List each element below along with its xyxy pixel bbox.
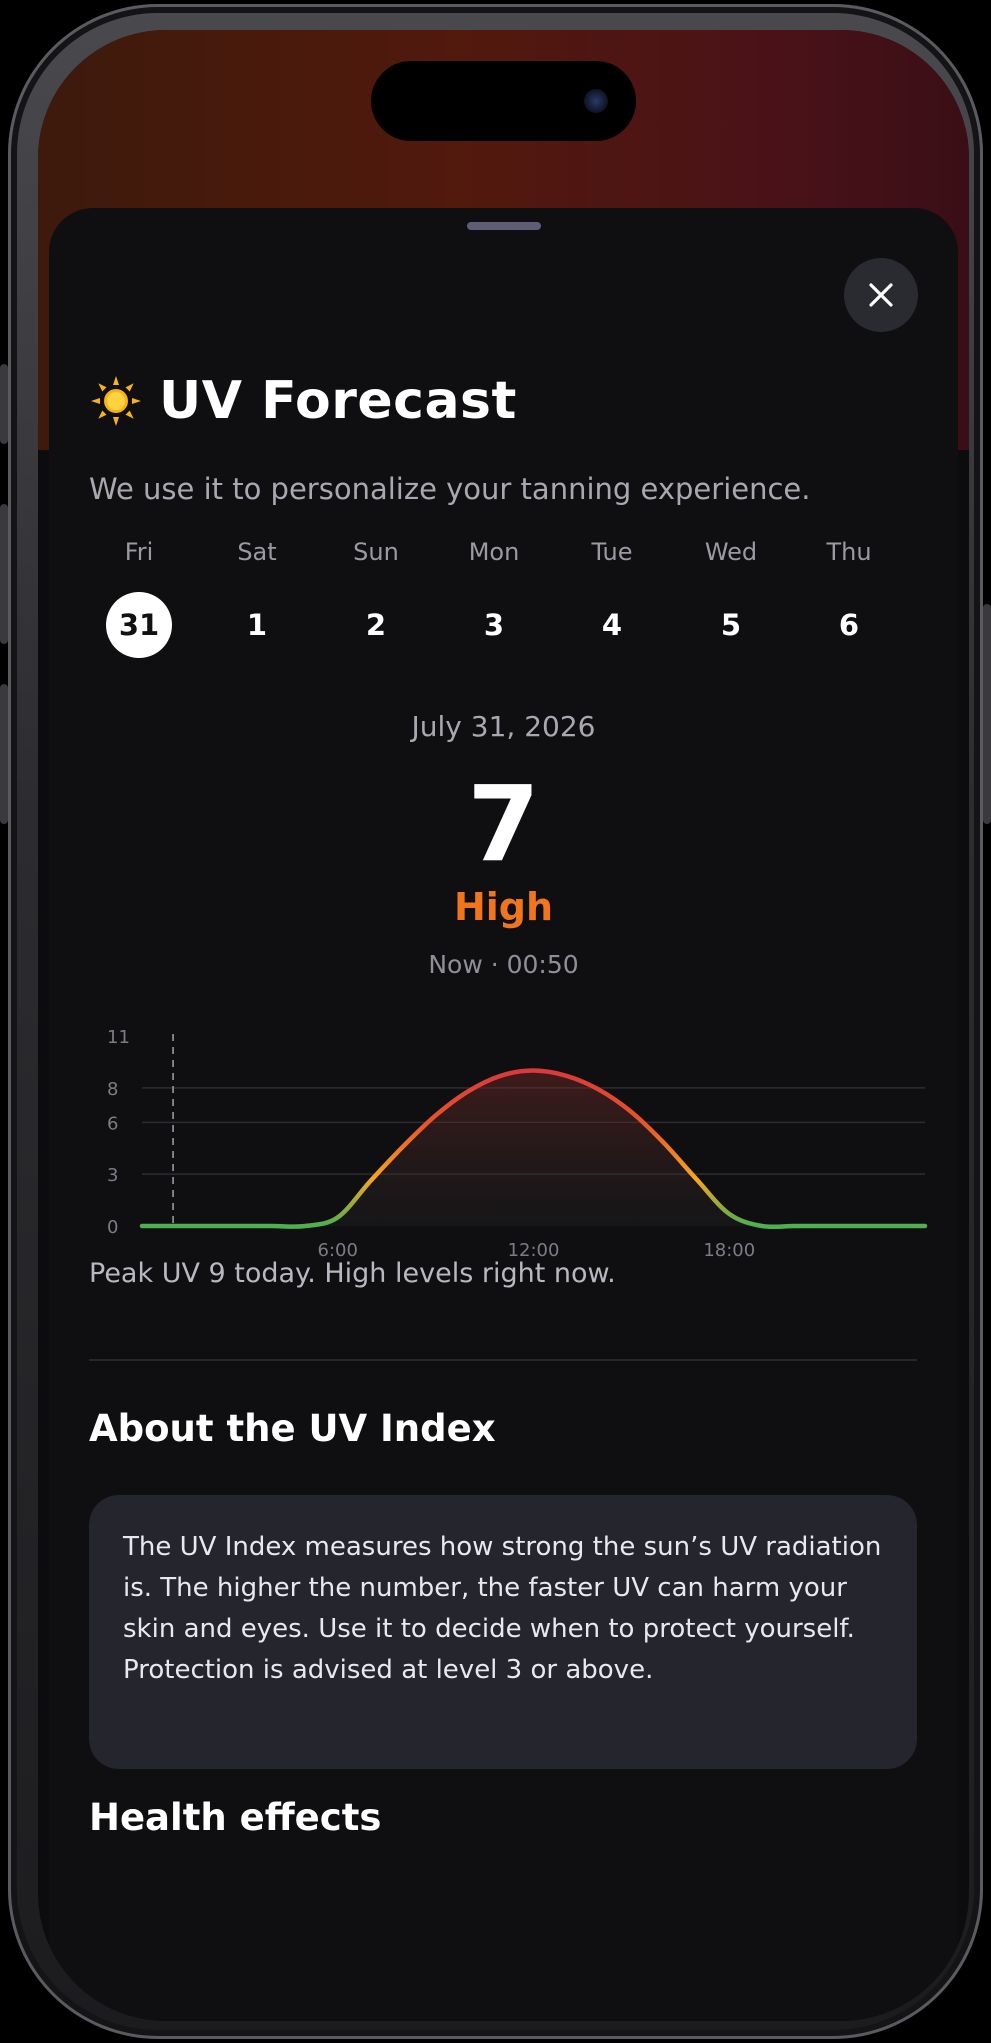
day-item[interactable]: Fri 31 — [89, 538, 189, 658]
about-body: The UV Index measures how strong the sun… — [123, 1532, 882, 1685]
peak-summary: Peak UV 9 today. High levels right now. — [89, 1258, 616, 1289]
y-tick-label: 11 — [107, 1027, 130, 1048]
day-number: 3 — [483, 608, 505, 642]
day-number: 31 — [106, 592, 172, 658]
uv-index-value: 7 — [467, 763, 540, 885]
power-button — [983, 604, 991, 824]
day-name: Wed — [704, 538, 758, 566]
day-number: 2 — [365, 608, 387, 642]
day-name: Tue — [591, 538, 633, 566]
action-button — [0, 364, 8, 444]
sun-emoji-icon — [91, 376, 141, 426]
x-tick-label: 18:00 — [703, 1240, 755, 1261]
dynamic-island — [371, 61, 636, 141]
y-tick-label: 8 — [107, 1079, 118, 1100]
close-icon — [869, 283, 893, 307]
page-title: UV Forecast — [159, 371, 517, 431]
close-button[interactable] — [844, 258, 918, 332]
about-card: The UV Index measures how strong the sun… — [89, 1495, 917, 1769]
day-number: 4 — [601, 608, 623, 642]
health-effects-heading: Health effects — [89, 1796, 382, 1839]
y-tick-label: 0 — [107, 1217, 118, 1238]
uv-forecast-sheet: UV Forecast We use it to personalize you… — [49, 208, 958, 2021]
volume-up-button — [0, 504, 8, 644]
day-name: Sun — [353, 538, 399, 566]
section-divider — [89, 1359, 917, 1361]
page-subtitle: We use it to personalize your tanning ex… — [89, 472, 811, 506]
phone-frame: UV Forecast We use it to personalize you… — [0, 4, 991, 2039]
front-camera — [584, 89, 608, 113]
day-item[interactable]: Sun 2 — [326, 538, 426, 658]
uv-level-label: High — [453, 885, 554, 929]
volume-down-button — [0, 684, 8, 824]
uv-chart: 0368116:00 12:00 18:00 — [107, 1027, 928, 1261]
y-tick-label: 3 — [107, 1165, 118, 1186]
day-number: 1 — [246, 608, 268, 642]
about-heading: About the UV Index — [89, 1407, 496, 1450]
selected-date: July 31, 2026 — [411, 710, 596, 743]
day-selector: Fri 31 Sat 1 Sun 2 Mon 3 Tue 4 Wed 5 Thu 6 — [89, 538, 917, 658]
day-name: Sat — [237, 538, 277, 566]
day-name: Fri — [124, 538, 154, 566]
sheet-header: UV Forecast — [89, 371, 517, 431]
screen: UV Forecast We use it to personalize you… — [38, 30, 969, 2021]
day-name: Mon — [468, 538, 520, 566]
current-time-label: Now · 00:50 — [428, 950, 579, 979]
day-number: 5 — [720, 608, 742, 642]
uv-area-fill — [142, 1070, 925, 1227]
day-item[interactable]: Sat 1 — [207, 538, 307, 658]
day-item[interactable]: Mon 3 — [444, 538, 544, 658]
day-item[interactable]: Tue 4 — [562, 538, 662, 658]
day-item[interactable]: Thu 6 — [799, 538, 899, 658]
day-name: Thu — [826, 538, 872, 566]
day-item[interactable]: Wed 5 — [681, 538, 781, 658]
sheet-grabber[interactable] — [467, 222, 541, 230]
day-number: 6 — [838, 608, 860, 642]
y-tick-label: 6 — [107, 1113, 118, 1134]
